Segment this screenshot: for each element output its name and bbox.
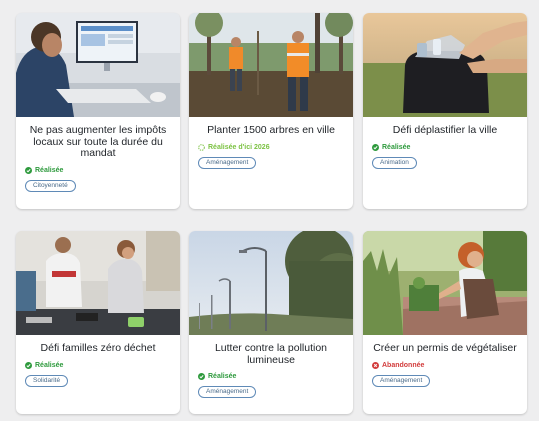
promise-photo-plastic-cleanup xyxy=(363,13,527,117)
promise-title: Planter 1500 arbres en ville xyxy=(207,124,335,136)
promise-card[interactable]: Créer un permis de végétaliser Abandonné… xyxy=(363,231,527,414)
promise-title: Ne pas augmenter les impôts locaux sur t… xyxy=(29,124,167,159)
status-label: Réalisée xyxy=(208,373,237,380)
category-tag[interactable]: Aménagement xyxy=(372,375,431,387)
promise-photo-gardening xyxy=(363,231,527,335)
card-body: Ne pas augmenter les impôts locaux sur t… xyxy=(16,117,180,192)
promise-title: Défi déplastifier la ville xyxy=(392,124,498,136)
promise-photo-zero-waste-workshop xyxy=(16,231,180,335)
promise-photo-tree-planting xyxy=(189,13,353,117)
status-badge: Réalisée xyxy=(25,362,171,369)
card-body: Défi familles zéro déchet Réalisée Solid… xyxy=(16,335,180,387)
category-tag[interactable]: Citoyenneté xyxy=(25,179,76,192)
status-label: Réalisée xyxy=(35,362,64,369)
progress-circle-icon xyxy=(198,144,205,151)
category-tag[interactable]: Solidarité xyxy=(25,375,69,387)
status-label: Réalisée xyxy=(382,144,411,151)
x-circle-icon xyxy=(372,362,379,369)
status-badge: Abandonnée xyxy=(372,362,518,369)
status-badge: Réalisée d'ici 2026 xyxy=(198,144,344,151)
promise-photo-street-lights xyxy=(189,231,353,335)
card-body: Créer un permis de végétaliser Abandonné… xyxy=(363,335,527,387)
check-circle-icon xyxy=(25,166,32,174)
status-label: Réalisée xyxy=(35,166,64,174)
card-body: Lutter contre la pollution lumineuse Réa… xyxy=(189,335,353,398)
promise-card[interactable]: Défi déplastifier la ville Réalisée Anim… xyxy=(363,13,527,209)
promise-card[interactable]: Défi familles zéro déchet Réalisée Solid… xyxy=(16,231,180,414)
card-body: Défi déplastifier la ville Réalisée Anim… xyxy=(363,117,527,169)
promise-title: Défi familles zéro déchet xyxy=(40,342,156,354)
status-label: Abandonnée xyxy=(382,362,425,369)
category-tag[interactable]: Aménagement xyxy=(198,157,257,169)
promise-card[interactable]: Lutter contre la pollution lumineuse Réa… xyxy=(189,231,353,414)
promise-photo-office xyxy=(16,13,180,117)
promise-card[interactable]: Ne pas augmenter les impôts locaux sur t… xyxy=(16,13,180,209)
category-tag[interactable]: Aménagement xyxy=(198,386,257,398)
promise-card[interactable]: Planter 1500 arbres en ville Réalisée d'… xyxy=(189,13,353,209)
check-circle-icon xyxy=(372,144,379,151)
promise-title: Créer un permis de végétaliser xyxy=(373,342,517,354)
status-badge: Réalisée xyxy=(372,144,518,151)
status-badge: Réalisée xyxy=(198,373,344,380)
card-body: Planter 1500 arbres en ville Réalisée d'… xyxy=(189,117,353,169)
promises-grid: Ne pas augmenter les impôts locaux sur t… xyxy=(12,10,530,414)
check-circle-icon xyxy=(25,362,32,369)
status-label: Réalisée d'ici 2026 xyxy=(208,144,270,151)
category-tag[interactable]: Animation xyxy=(372,157,417,169)
status-badge: Réalisée xyxy=(25,166,171,174)
check-circle-icon xyxy=(198,373,205,380)
promise-title: Lutter contre la pollution lumineuse xyxy=(214,342,328,366)
